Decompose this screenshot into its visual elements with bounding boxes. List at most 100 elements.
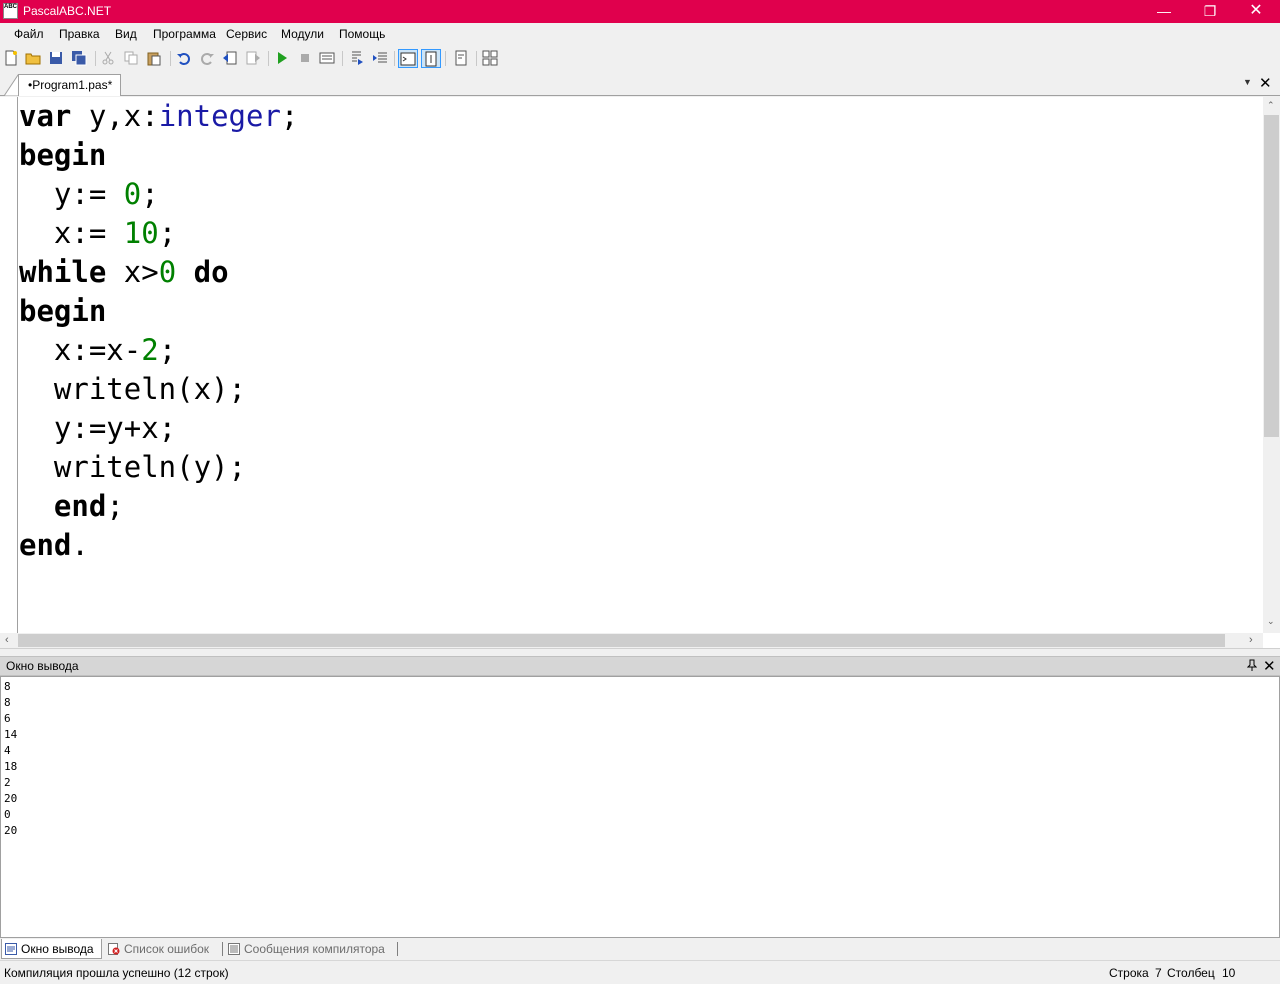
output-line: 8 bbox=[4, 680, 11, 693]
vertical-scroll-thumb[interactable] bbox=[1264, 115, 1279, 437]
menu-service[interactable]: Сервис bbox=[226, 27, 267, 41]
run-icon[interactable] bbox=[274, 50, 290, 66]
undo-icon[interactable] bbox=[176, 50, 192, 66]
maximize-button[interactable]: ❐ bbox=[1187, 0, 1233, 23]
toolbar bbox=[0, 46, 1280, 71]
horizontal-scrollbar[interactable]: ‹ › bbox=[0, 633, 1263, 648]
code-text: y:= bbox=[19, 177, 124, 211]
cut-icon[interactable] bbox=[100, 50, 116, 66]
code-keyword: begin bbox=[19, 138, 107, 172]
code-line[interactable]: begin bbox=[19, 136, 1259, 175]
code-number: 2 bbox=[141, 333, 159, 367]
tab-label: •Program1.pas* bbox=[28, 78, 113, 92]
horizontal-scroll-thumb[interactable] bbox=[18, 634, 1225, 647]
app-icon[interactable]: ABC bbox=[3, 3, 18, 19]
copy-icon[interactable] bbox=[123, 50, 139, 66]
vertical-scrollbar[interactable]: ⌃ ⌄ bbox=[1263, 97, 1280, 633]
tab-error-list[interactable]: Список ошибок bbox=[105, 939, 239, 959]
stop-icon[interactable] bbox=[297, 50, 313, 66]
toolbar-separator bbox=[445, 51, 446, 66]
tab-list-dropdown-icon[interactable]: ▼ bbox=[1243, 77, 1252, 87]
paste-icon[interactable] bbox=[146, 50, 162, 66]
code-keyword: var bbox=[19, 99, 72, 133]
format-icon[interactable] bbox=[453, 50, 469, 66]
compiler-messages-icon bbox=[228, 943, 240, 955]
code-text: x:=x- bbox=[19, 333, 142, 367]
code-text: ; bbox=[106, 489, 124, 523]
line-label: Строка bbox=[1109, 966, 1149, 980]
code-line[interactable]: var y,x:integer; bbox=[19, 97, 1259, 136]
step-over-icon[interactable] bbox=[372, 50, 388, 66]
output-line: 0 bbox=[4, 808, 11, 821]
output-panel-close-icon[interactable]: ✕ bbox=[1263, 657, 1276, 675]
code-line[interactable]: y:=y+x; bbox=[19, 409, 1259, 448]
code-number: 10 bbox=[123, 216, 159, 250]
code-line[interactable]: end; bbox=[19, 487, 1259, 526]
menu-modules[interactable]: Модули bbox=[281, 27, 324, 41]
navigate-back-icon[interactable] bbox=[222, 50, 238, 66]
output-panel-title: Окно вывода bbox=[6, 659, 79, 673]
save-icon[interactable] bbox=[48, 50, 64, 66]
output-panel-toggle[interactable] bbox=[398, 49, 418, 68]
toolbar-separator bbox=[476, 51, 477, 66]
code-line[interactable]: end. bbox=[19, 526, 1259, 565]
window-icon bbox=[400, 52, 416, 66]
output-window-icon bbox=[5, 943, 17, 955]
code-line[interactable]: x:= 10; bbox=[19, 214, 1259, 253]
scroll-up-icon[interactable]: ⌃ bbox=[1267, 100, 1275, 111]
code-editor[interactable]: var y,x:integer; begin y:= 0; x:= 10; whil… bbox=[0, 97, 1280, 649]
code-line[interactable]: writeln(y); bbox=[19, 448, 1259, 487]
save-all-icon[interactable] bbox=[71, 50, 87, 66]
tab-program1[interactable]: •Program1.pas* bbox=[18, 74, 121, 96]
code-number: 0 bbox=[158, 255, 177, 289]
column-label: Столбец bbox=[1167, 966, 1215, 980]
close-button[interactable]: ✕ bbox=[1233, 0, 1279, 23]
code-text: ; bbox=[280, 99, 299, 133]
code-line[interactable]: y:= 0; bbox=[19, 175, 1259, 214]
step-into-icon[interactable] bbox=[349, 50, 365, 66]
app-icon-text: ABC bbox=[4, 4, 17, 10]
form-designer-icon[interactable] bbox=[482, 50, 498, 66]
error-list-icon bbox=[108, 943, 120, 955]
code-keyword: do bbox=[193, 255, 229, 289]
toolbar-separator bbox=[170, 51, 171, 66]
menu-file[interactable]: Файл bbox=[14, 27, 44, 41]
tab-label: Сообщения компилятора bbox=[244, 942, 385, 956]
tab-label: Окно вывода bbox=[21, 942, 94, 956]
toolbar-separator bbox=[95, 51, 96, 66]
menu-view[interactable]: Вид bbox=[115, 27, 137, 41]
code-line[interactable]: writeln(x); bbox=[19, 370, 1259, 409]
menu-bar: Файл Правка Вид Программа Сервис Модули … bbox=[0, 23, 1280, 45]
title-bar: ABC PascalABC.NET — ❐ ✕ bbox=[0, 0, 1280, 23]
close-icon: ✕ bbox=[1249, 2, 1263, 19]
menu-edit[interactable]: Правка bbox=[59, 27, 100, 41]
output-line: 14 bbox=[4, 728, 18, 741]
pin-icon[interactable] bbox=[1247, 659, 1257, 671]
editor-toggle[interactable] bbox=[421, 49, 441, 68]
code-line[interactable]: begin bbox=[19, 292, 1259, 331]
output-window[interactable]: 8 8 6 14 4 18 2 20 0 20 bbox=[0, 676, 1280, 938]
code-area[interactable]: var y,x:integer; begin y:= 0; x:= 10; whil… bbox=[19, 97, 1259, 565]
scroll-right-icon[interactable]: › bbox=[1249, 634, 1253, 646]
toolbar-separator bbox=[268, 51, 269, 66]
minimize-button[interactable]: — bbox=[1141, 0, 1187, 23]
code-text: writeln(x); bbox=[19, 372, 246, 406]
scroll-down-icon[interactable]: ⌄ bbox=[1267, 616, 1275, 627]
code-text: . bbox=[71, 528, 89, 562]
toolbar-separator bbox=[342, 51, 343, 66]
build-icon[interactable] bbox=[319, 50, 335, 66]
open-folder-icon[interactable] bbox=[25, 50, 41, 66]
minimize-icon: — bbox=[1157, 3, 1171, 19]
tab-output-window[interactable]: Окно вывода bbox=[1, 939, 102, 959]
tab-close-icon[interactable]: ✕ bbox=[1259, 74, 1272, 92]
scroll-left-icon[interactable]: ‹ bbox=[5, 634, 9, 646]
navigate-forward-icon[interactable] bbox=[245, 50, 261, 66]
code-line[interactable]: x:=x-2; bbox=[19, 331, 1259, 370]
tab-compiler-messages[interactable]: Сообщения компилятора bbox=[225, 939, 412, 959]
menu-program[interactable]: Программа bbox=[153, 27, 216, 41]
status-message: Компиляция прошла успешно (12 строк) bbox=[4, 966, 229, 980]
code-line[interactable]: while x>0 do bbox=[19, 253, 1259, 292]
menu-help[interactable]: Помощь bbox=[339, 27, 385, 41]
redo-icon[interactable] bbox=[199, 50, 215, 66]
new-file-icon[interactable] bbox=[3, 50, 19, 66]
